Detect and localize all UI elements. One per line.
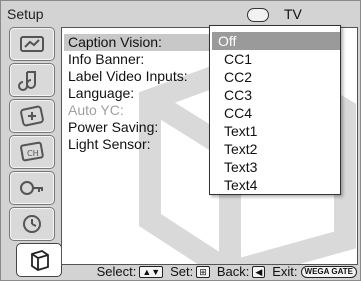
menu-item-power-saving[interactable]: Power Saving: (68, 119, 158, 136)
menu-item-auto-yc: Auto YC: (68, 102, 124, 118)
back-key-icon: ◀ (252, 265, 266, 278)
option-cc3[interactable]: CC3 (218, 86, 340, 104)
sound-icon[interactable] (9, 63, 55, 97)
updown-arrows-icon: ▲▼ (139, 265, 164, 278)
tv-setup-screen: Setup TV CH Caption Vision: Info Banner:… (0, 0, 361, 281)
select-hint-label: Select: (96, 264, 137, 279)
svg-text:CH: CH (27, 149, 39, 158)
option-text1[interactable]: Text1 (218, 122, 340, 140)
parental-lock-icon[interactable] (9, 171, 55, 205)
input-indicator-icon (247, 8, 269, 22)
key-guide-bar: Select: ▲▼ Set: ⊞ Back: ◀ Exit: WEGA GAT… (0, 262, 361, 281)
caption-vision-dropdown[interactable]: Off CC1 CC2 CC3 CC4 Text1 Text2 Text3 Te… (209, 25, 341, 195)
screen-icon[interactable] (9, 99, 55, 133)
menu-item-light-sensor[interactable]: Light Sensor: (68, 136, 151, 153)
set-key-icon: ⊞ (196, 265, 210, 278)
option-off[interactable]: Off (212, 32, 340, 50)
input-label: TV (284, 6, 302, 22)
menu-item-label-video-inputs[interactable]: Label Video Inputs: (68, 68, 188, 85)
set-hint-label: Set: (170, 264, 194, 279)
picture-icon[interactable] (9, 27, 55, 61)
option-text4[interactable]: Text4 (218, 176, 340, 194)
option-cc2[interactable]: CC2 (218, 68, 340, 86)
exit-hint-label: Exit: (272, 264, 298, 279)
option-cc4[interactable]: CC4 (218, 104, 340, 122)
back-hint-label: Back: (216, 264, 250, 279)
menu-item-language[interactable]: Language: (68, 85, 134, 102)
option-cc1[interactable]: CC1 (218, 50, 340, 68)
channel-icon[interactable]: CH (9, 135, 55, 169)
option-text3[interactable]: Text3 (218, 158, 340, 176)
option-text2[interactable]: Text2 (218, 140, 340, 158)
menu-item-info-banner[interactable]: Info Banner: (68, 51, 144, 68)
wega-gate-key-icon: WEGA GATE (300, 265, 357, 278)
page-title: Setup (7, 6, 44, 22)
timer-icon[interactable] (9, 207, 55, 241)
